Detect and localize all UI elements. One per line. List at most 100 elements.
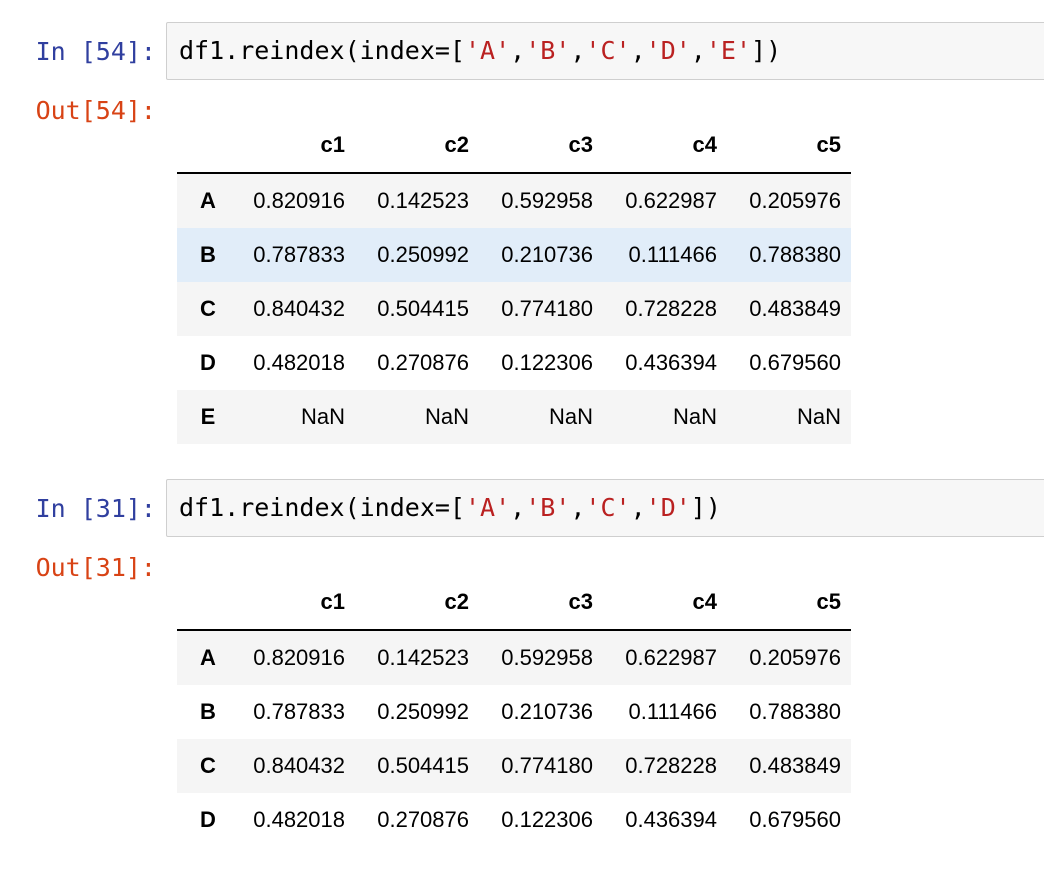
table-cell: 0.788380 — [749, 699, 841, 724]
string-literal: 'B' — [525, 36, 571, 65]
table-row: C 0.840432 0.504415 0.774180 0.728228 0.48384… — [177, 739, 851, 793]
code-separator: , — [630, 36, 646, 65]
row-index: C — [200, 296, 216, 321]
table-cell: 0.504415 — [377, 753, 469, 778]
table-cell: 0.142523 — [377, 645, 469, 670]
row-index: B — [200, 699, 216, 724]
table-row: E NaN NaN NaN NaN NaN — [177, 390, 851, 444]
string-literal: 'B' — [525, 493, 571, 522]
table-cell: NaN — [424, 404, 469, 429]
table-cell: 0.728228 — [625, 753, 717, 778]
column-header: c3 — [479, 118, 603, 174]
code-text: df1.reindex(index=[ — [179, 36, 465, 65]
table-cell: 0.774180 — [501, 753, 593, 778]
table-row: A 0.820916 0.142523 0.592958 0.622987 0.20597… — [177, 630, 851, 685]
column-header: c1 — [231, 575, 355, 631]
column-header: c1 — [231, 118, 355, 174]
output-prompt: Out[54]: — [35, 96, 156, 125]
table-cell: 0.592958 — [501, 188, 593, 213]
column-header: c4 — [603, 575, 727, 631]
code-separator: , — [570, 36, 586, 65]
table-cell: 0.679560 — [749, 807, 841, 832]
string-literal: 'A' — [464, 36, 511, 65]
row-index: D — [200, 350, 216, 375]
column-header: c5 — [727, 575, 851, 631]
code-text: ]) — [690, 493, 721, 522]
table-cell: NaN — [672, 404, 717, 429]
table-cell: 0.622987 — [625, 645, 717, 670]
table-cell: 0.482018 — [253, 807, 345, 832]
row-index: D — [200, 807, 216, 832]
table-cell: 0.774180 — [501, 296, 593, 321]
table-cell: 0.270876 — [377, 807, 469, 832]
table-cell: 0.205976 — [749, 645, 841, 670]
row-index: A — [200, 188, 216, 213]
table-row: C 0.840432 0.504415 0.774180 0.728228 0.48384… — [177, 282, 851, 336]
string-literal: 'A' — [464, 493, 511, 522]
string-literal: 'E' — [705, 36, 752, 65]
table-cell: 0.205976 — [749, 188, 841, 213]
input-prompt: In [31]: — [35, 494, 156, 523]
table-cell: 0.728228 — [625, 296, 717, 321]
row-index: B — [200, 242, 216, 267]
code-input[interactable]: df1.reindex(index=['A','B','C','D']) — [166, 479, 1044, 537]
column-header: c2 — [355, 575, 479, 631]
header-row: c1 c2 c3 c4 c5 — [177, 118, 851, 174]
table-cell: 0.111466 — [628, 242, 718, 267]
table-cell: 0.840432 — [253, 296, 345, 321]
table-cell: 0.840432 — [253, 753, 345, 778]
code-separator: , — [690, 36, 706, 65]
column-header: c4 — [603, 118, 727, 174]
dataframe-table: c1 c2 c3 c4 c5 A 0.820916 0.142523 0.592958 0.622… — [177, 575, 851, 847]
index-header — [177, 118, 231, 174]
code-text: df1.reindex(index=[ — [179, 493, 465, 522]
table-cell: 0.592958 — [501, 645, 593, 670]
string-literal: 'D' — [645, 493, 691, 522]
table-cell: 0.122306 — [501, 807, 593, 832]
table-cell: 0.483849 — [749, 753, 841, 778]
table-cell: 0.820916 — [253, 645, 345, 670]
table-cell: 0.788380 — [749, 242, 841, 267]
input-prompt: In [54]: — [35, 37, 156, 66]
table-row: D 0.482018 0.270876 0.122306 0.436394 0.67956… — [177, 793, 851, 847]
table-cell: 0.210736 — [501, 242, 593, 267]
string-literal: 'C' — [585, 493, 631, 522]
table-row: A 0.820916 0.142523 0.592958 0.622987 0.20597… — [177, 173, 851, 228]
table-cell: NaN — [548, 404, 593, 429]
table-cell: 0.820916 — [253, 188, 345, 213]
code-separator: , — [510, 36, 526, 65]
table-cell: 0.111466 — [628, 699, 718, 724]
code-separator: , — [510, 493, 526, 522]
table-cell: 0.483849 — [749, 296, 841, 321]
string-literal: 'C' — [585, 36, 631, 65]
table-cell: 0.436394 — [625, 350, 717, 375]
table-cell: 0.622987 — [625, 188, 717, 213]
table-row: B 0.787833 0.250992 0.210736 0.111466 0.78838… — [177, 685, 851, 739]
output-prompt: Out[31]: — [35, 553, 156, 582]
table-cell: 0.679560 — [749, 350, 841, 375]
table-cell: 0.122306 — [501, 350, 593, 375]
table-cell: 0.482018 — [253, 350, 345, 375]
index-header — [177, 575, 231, 631]
table-cell: 0.210736 — [501, 699, 593, 724]
row-index: C — [200, 753, 216, 778]
dataframe-table: c1 c2 c3 c4 c5 A 0.820916 0.142523 0.592958 0.622… — [177, 118, 851, 444]
table-row: B 0.787833 0.250992 0.210736 0.111466 0.78838… — [177, 228, 851, 282]
header-row: c1 c2 c3 c4 c5 — [177, 575, 851, 631]
table-cell: 0.504415 — [377, 296, 469, 321]
table-cell: 0.142523 — [377, 188, 469, 213]
column-header: c5 — [727, 118, 851, 174]
table-row: D 0.482018 0.270876 0.122306 0.436394 0.67956… — [177, 336, 851, 390]
code-text: ]) — [751, 36, 782, 65]
table-cell: 0.250992 — [377, 242, 469, 267]
column-header: c3 — [479, 575, 603, 631]
table-cell: 0.436394 — [625, 807, 717, 832]
row-index: A — [200, 645, 216, 670]
string-literal: 'D' — [645, 36, 691, 65]
table-cell: 0.787833 — [253, 242, 345, 267]
table-cell: 0.250992 — [377, 699, 469, 724]
column-header: c2 — [355, 118, 479, 174]
code-separator: , — [570, 493, 586, 522]
code-input[interactable]: df1.reindex(index=['A','B','C','D','E']) — [166, 22, 1044, 80]
code-separator: , — [630, 493, 646, 522]
